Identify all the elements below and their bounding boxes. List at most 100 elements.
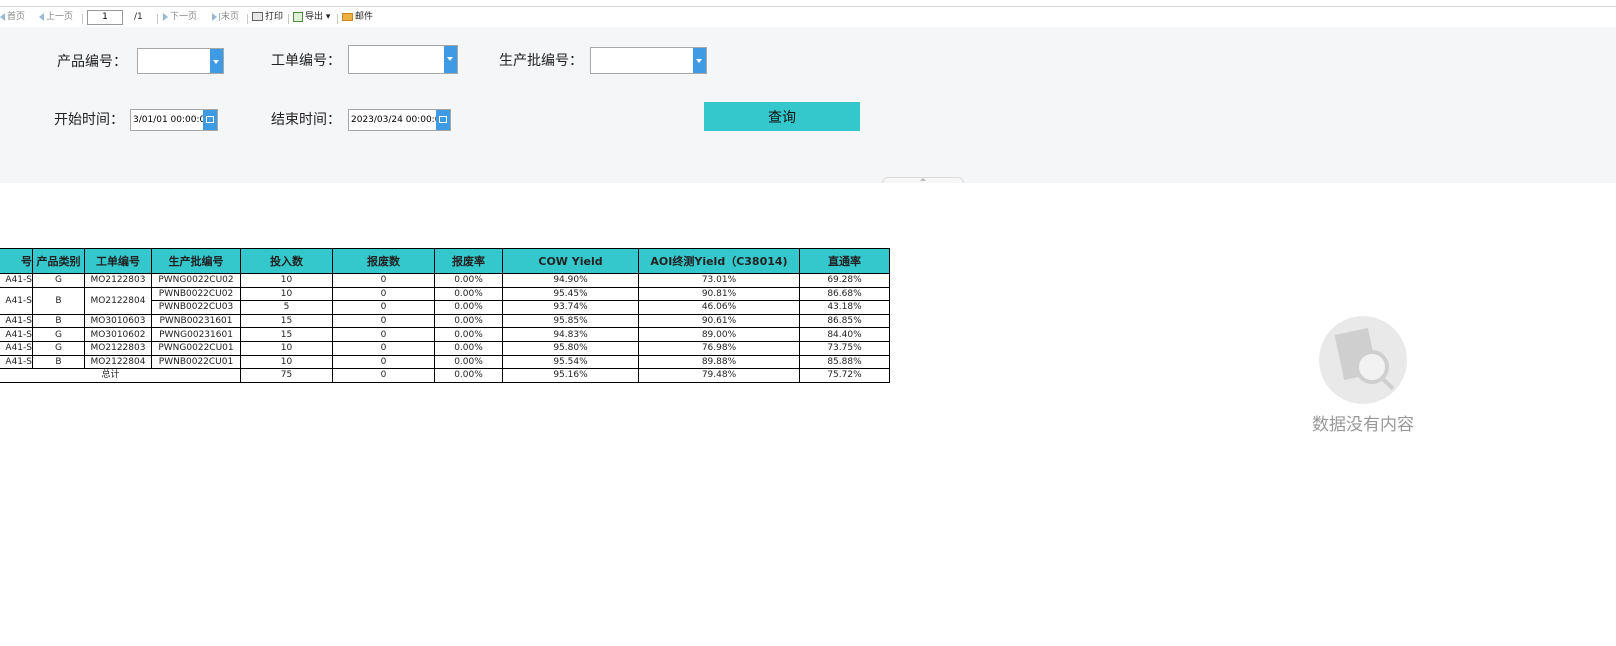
cell-cow-yield: 95.54% — [502, 354, 639, 370]
col-header-scrap-rate: 报废率 — [434, 248, 503, 274]
cell-scrap-rate: 0.00% — [434, 354, 503, 370]
mail-icon — [342, 12, 353, 21]
cell-batch: PWNG0022CU02 — [151, 273, 241, 288]
work-order-select[interactable] — [348, 45, 458, 74]
table-row: A41-S B MO3010603 PWNB00231601 15 0 0.00… — [0, 313, 890, 329]
cell-aoi-yield: 90.61% — [638, 313, 800, 329]
cell-input: 75 — [240, 368, 333, 383]
cell-product: A41-S — [0, 327, 33, 342]
cell-scrap-rate: 0.00% — [434, 340, 503, 356]
work-order-label: 工单编号： — [271, 53, 341, 69]
cell-input: 10 — [240, 354, 333, 370]
cell-fpy: 73.75% — [799, 340, 890, 356]
cell-scrap: 0 — [332, 313, 435, 329]
cell-product: A41-S — [0, 313, 33, 329]
empty-state-message: 数据没有内容 — [1312, 415, 1414, 435]
cell-cow-yield: 94.83% — [502, 327, 639, 342]
cell-fpy: 69.28% — [799, 273, 890, 288]
cell-cow-yield: 93.74% — [502, 300, 639, 315]
cell-input: 10 — [240, 286, 333, 302]
last-page-icon — [212, 12, 217, 21]
calendar-icon[interactable] — [436, 110, 450, 130]
cell-input: 10 — [240, 273, 333, 288]
cell-cow-yield: 95.85% — [502, 313, 639, 329]
cell-scrap: 0 — [332, 300, 435, 315]
collapse-panel-handle[interactable] — [882, 177, 964, 183]
report-toolbar: 首页 上一页 1 /1 下一页 末页 打印 导出 ▾ 邮件 — [0, 6, 1616, 28]
table-header-row: 号 产品类别 工单编号 生产批编号 投入数 报废数 报废率 COW Yield … — [0, 248, 890, 274]
toolbar-divider — [82, 14, 83, 24]
cell-scrap: 0 — [332, 340, 435, 356]
query-button[interactable]: 查询 — [704, 102, 860, 131]
cell-scrap: 0 — [332, 327, 435, 342]
cell-scrap-rate: 0.00% — [434, 286, 503, 302]
cell-scrap: 0 — [332, 286, 435, 302]
cell-work-order: MO2122804 — [84, 286, 152, 315]
cell-product: A41-S — [0, 340, 33, 356]
export-icon — [293, 11, 303, 22]
print-button[interactable]: 打印 — [252, 10, 283, 24]
col-header-aoi-yield: AOI终测Yield（C38014) — [638, 248, 800, 274]
col-header-cow-yield: COW Yield — [502, 248, 639, 274]
end-time-label: 结束时间： — [271, 112, 341, 128]
col-header-input: 投入数 — [240, 248, 333, 274]
col-header-work-order: 工单编号 — [84, 248, 152, 274]
start-time-input[interactable]: 3/01/01 00:00:00 — [130, 109, 218, 131]
no-data-magnifier-icon — [1319, 316, 1407, 404]
cell-input: 15 — [240, 327, 333, 342]
batch-no-select[interactable] — [590, 47, 707, 74]
calendar-icon[interactable] — [203, 110, 217, 130]
product-no-label: 产品编号： — [57, 54, 127, 70]
mail-button[interactable]: 邮件 — [342, 10, 373, 24]
batch-no-label: 生产批编号： — [499, 53, 583, 69]
product-no-select[interactable] — [137, 48, 224, 74]
cell-aoi-yield: 76.98% — [638, 340, 800, 356]
empty-state: 数据没有内容 — [1300, 316, 1426, 435]
cell-input: 5 — [240, 300, 333, 315]
cell-input: 15 — [240, 313, 333, 329]
table-row: A41-S G MO2122803 PWNG0022CU02 10 0 0.00… — [0, 273, 890, 288]
table-row: A41-S B MO2122804 PWNB0022CU02 10 0 0.00… — [0, 286, 890, 315]
cell-product: A41-S — [0, 286, 33, 315]
cell-product: A41-S — [0, 273, 33, 288]
last-page-button[interactable]: 末页 — [212, 10, 239, 24]
toolbar-divider — [157, 14, 158, 24]
next-page-icon — [163, 12, 168, 21]
dropdown-arrow-icon[interactable] — [444, 46, 457, 73]
cell-scrap: 0 — [332, 354, 435, 370]
table-row: A41-S G MO3010602 PWNG00231601 15 0 0.00… — [0, 327, 890, 342]
cell-cow-yield: 94.90% — [502, 273, 639, 288]
cell-scrap-rate: 0.00% — [434, 300, 503, 315]
dropdown-arrow-icon[interactable] — [210, 49, 223, 73]
cell-work-order: MO2122803 — [84, 340, 152, 356]
toolbar-divider — [288, 14, 289, 24]
table-total-row: 总计 75 0 0.00% 95.16% 79.48% 75.72% — [0, 368, 890, 383]
col-header-scrap: 报废数 — [332, 248, 435, 274]
col-header-product: 号 — [0, 248, 33, 274]
cell-fpy: 84.40% — [799, 327, 890, 342]
cell-scrap: 0 — [332, 368, 435, 383]
first-page-button[interactable]: 首页 — [0, 10, 25, 24]
prev-page-icon — [39, 12, 44, 21]
end-time-input[interactable]: 2023/03/24 00:00:00 — [348, 109, 451, 131]
first-page-icon — [0, 12, 5, 21]
col-header-batch: 生产批编号 — [151, 248, 241, 274]
dropdown-arrow-icon[interactable] — [693, 48, 706, 73]
cell-aoi-yield: 90.81% — [638, 286, 800, 302]
cell-fpy: 86.85% — [799, 313, 890, 329]
export-dropdown-button[interactable]: 导出 ▾ — [293, 10, 330, 24]
cell-aoi-yield: 73.01% — [638, 273, 800, 288]
cell-input: 10 — [240, 340, 333, 356]
cell-work-order: MO3010603 — [84, 313, 152, 329]
cell-work-order: MO3010602 — [84, 327, 152, 342]
table-row: A41-S B MO2122804 PWNB0022CU01 10 0 0.00… — [0, 354, 890, 370]
cell-cow-yield: 95.45% — [502, 286, 639, 302]
prev-page-button[interactable]: 上一页 — [39, 10, 73, 24]
cell-product: A41-S — [0, 354, 33, 370]
caret-down-icon: ▾ — [325, 12, 331, 22]
cell-category: G — [32, 327, 85, 342]
page-number-input[interactable]: 1 — [87, 10, 123, 25]
next-page-button[interactable]: 下一页 — [163, 10, 197, 24]
page-total: /1 — [134, 12, 143, 22]
cell-aoi-yield: 46.06% — [638, 300, 800, 315]
